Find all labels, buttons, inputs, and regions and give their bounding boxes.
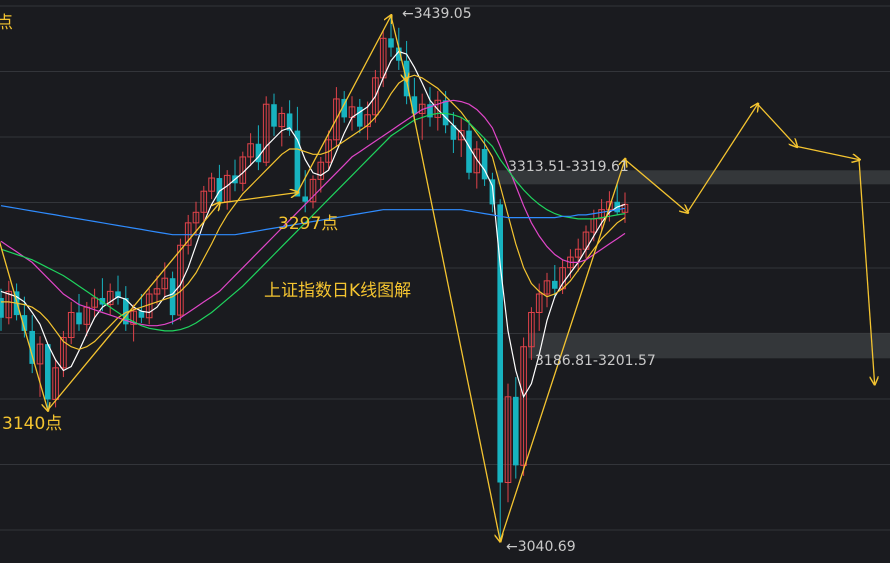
zigzag-segment [624, 159, 687, 213]
zigzag-segment [390, 15, 407, 81]
bottom-label: ←3040.69 [506, 539, 576, 555]
candle-body [271, 104, 277, 127]
zigzag-segment [757, 103, 797, 146]
candle-body [357, 106, 363, 127]
candlesticks [0, 15, 629, 541]
zigzag-segment [686, 104, 757, 213]
candle-body [442, 100, 449, 126]
candle-body [0, 297, 4, 318]
kline-chart: 点 3140点 3297点 上证指数日K线图解 ←3439.05 ←3040.6… [0, 5, 890, 555]
resistance-zone-label: 3313.51-3319.61 [508, 159, 629, 175]
zigzag-segment [219, 193, 297, 204]
annotations: 点 3140点 3297点 上证指数日K线图解 ←3439.05 ←3040.6… [0, 6, 656, 555]
support-zone-label: 3186.81-3201.57 [535, 353, 656, 369]
mid-low-3297-label: 3297点 [278, 214, 338, 234]
zigzag-segment [296, 16, 391, 193]
top-left-char-label: 点 [0, 13, 13, 33]
peak-label: ←3439.05 [402, 6, 472, 22]
candle-body [76, 312, 82, 325]
candle-body [45, 344, 51, 400]
candle-body [388, 38, 394, 48]
candle-body [466, 130, 472, 173]
candle-body [552, 280, 558, 289]
chart-title: 上证指数日K线图解 [264, 281, 411, 301]
candle-body [302, 196, 308, 202]
zigzag-segment [796, 145, 859, 159]
price-zones [497, 170, 890, 359]
zigzag-segment [47, 203, 220, 411]
candle-body [138, 311, 145, 318]
low-3140-label: 3140点 [2, 414, 62, 434]
candle-body [513, 396, 519, 466]
